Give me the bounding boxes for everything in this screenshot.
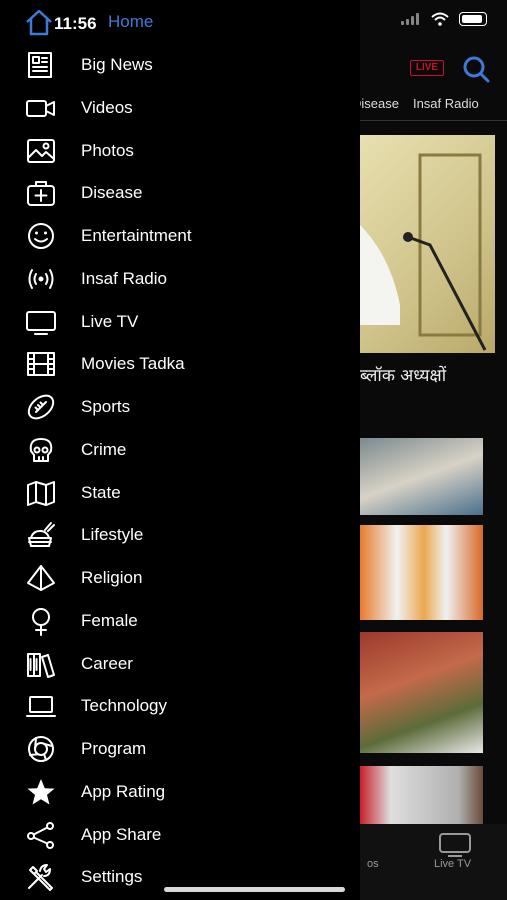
wifi-icon bbox=[431, 12, 449, 26]
drawer-item-settings[interactable]: Settings bbox=[24, 857, 142, 897]
drawer-item-app-rating[interactable]: App Rating bbox=[24, 772, 165, 812]
hero-headline[interactable]: ब्लॉक अध्यक्षों bbox=[360, 363, 446, 386]
news-thumbnail[interactable] bbox=[360, 438, 483, 515]
live-badge[interactable]: LIVE bbox=[410, 60, 444, 76]
film-strip-icon bbox=[24, 349, 58, 379]
food-icon bbox=[24, 520, 58, 550]
drawer-item-app-share[interactable]: App Share bbox=[24, 815, 161, 855]
status-indicators bbox=[401, 12, 487, 26]
news-thumbnail[interactable] bbox=[360, 632, 483, 753]
drawer-item-sports[interactable]: Sports bbox=[24, 387, 130, 427]
books-icon bbox=[24, 649, 58, 679]
drawer-item-career[interactable]: Career bbox=[24, 644, 133, 684]
drawer-item-movies-tadka[interactable]: Movies Tadka bbox=[24, 344, 185, 384]
drawer-item-label: Videos bbox=[81, 97, 133, 117]
hero-image[interactable] bbox=[360, 135, 495, 353]
drawer-item-label: Technology bbox=[81, 696, 168, 716]
tab-insaf-radio[interactable]: Insaf Radio bbox=[413, 96, 479, 111]
tab-divider bbox=[360, 120, 507, 121]
drawer-item-insaf-radio[interactable]: Insaf Radio bbox=[24, 259, 167, 299]
drawer-item-label: Program bbox=[81, 739, 147, 758]
tools-icon bbox=[24, 862, 58, 892]
drawer-item-technology[interactable]: Technology bbox=[24, 686, 167, 726]
bottom-nav-label-partial: os bbox=[367, 858, 379, 870]
drawer-item-photos[interactable]: Photos bbox=[24, 131, 134, 171]
navigation-drawer: Home 11:56 Big News Videos Photos Disease En… bbox=[0, 0, 360, 900]
drawer-item-label: State bbox=[81, 482, 121, 502]
video-camera-icon bbox=[24, 93, 58, 123]
home-icon bbox=[24, 8, 54, 36]
drawer-item-label: App Rating bbox=[81, 781, 166, 801]
map-icon bbox=[24, 478, 58, 508]
drawer-item-label: Movies Tadka bbox=[81, 354, 185, 374]
female-symbol-icon bbox=[24, 606, 58, 636]
drawer-item-entertaintment[interactable]: Entertaintment bbox=[24, 216, 192, 256]
drawer-item-label: Sports bbox=[81, 397, 131, 416]
star-icon bbox=[24, 777, 58, 807]
football-icon bbox=[24, 392, 58, 422]
drawer-item-big-news[interactable]: Big News bbox=[24, 45, 153, 85]
news-thumbnail[interactable] bbox=[360, 766, 483, 824]
tv-icon[interactable] bbox=[438, 832, 472, 858]
pyramid-icon bbox=[24, 563, 58, 593]
medical-kit-icon bbox=[24, 178, 58, 208]
drawer-item-label: Entertaintment bbox=[81, 226, 192, 245]
photo-icon bbox=[24, 136, 58, 166]
drawer-item-label: Religion bbox=[81, 568, 143, 587]
smiley-icon bbox=[24, 221, 58, 251]
drawer-item-videos[interactable]: Videos bbox=[24, 88, 133, 128]
drawer-item-religion[interactable]: Religion bbox=[24, 558, 142, 598]
status-time: 11:56 bbox=[54, 14, 97, 33]
skull-icon bbox=[24, 435, 58, 465]
drawer-item-label: Disease bbox=[81, 183, 143, 203]
tv-icon bbox=[24, 307, 58, 337]
drawer-item-label: Career bbox=[81, 653, 133, 673]
drawer-item-state[interactable]: State bbox=[24, 473, 121, 513]
news-thumbnail[interactable] bbox=[360, 525, 483, 620]
search-icon[interactable] bbox=[462, 55, 490, 83]
aperture-icon bbox=[24, 734, 58, 764]
drawer-item-label: Live TV bbox=[81, 311, 139, 331]
drawer-item-label: Settings bbox=[81, 867, 143, 887]
drawer-item-label: Crime bbox=[81, 439, 127, 459]
newspaper-icon bbox=[24, 50, 58, 80]
laptop-icon bbox=[24, 691, 58, 721]
drawer-item-label: Female bbox=[81, 610, 138, 630]
drawer-item-female[interactable]: Female bbox=[24, 601, 138, 641]
radio-waves-icon bbox=[24, 264, 58, 294]
drawer-item-label: App Share bbox=[81, 824, 162, 844]
drawer-item-crime[interactable]: Crime bbox=[24, 430, 126, 470]
signal-icon bbox=[401, 13, 421, 25]
drawer-item-label: Lifestyle bbox=[81, 525, 144, 545]
drawer-item-lifestyle[interactable]: Lifestyle bbox=[24, 515, 143, 555]
drawer-item-label: Big News bbox=[81, 55, 153, 74]
drawer-item-label: Photos bbox=[81, 140, 134, 160]
drawer-item-label: Insaf Radio bbox=[81, 268, 167, 288]
bottom-nav-label-live-tv[interactable]: Live TV bbox=[434, 858, 471, 870]
category-tabs: Disease Insaf Radio bbox=[352, 96, 493, 111]
share-icon bbox=[24, 820, 58, 850]
home-indicator bbox=[164, 887, 345, 892]
drawer-item-program[interactable]: Program bbox=[24, 729, 146, 769]
drawer-home-label: Home bbox=[108, 12, 154, 31]
drawer-item-disease[interactable]: Disease bbox=[24, 173, 142, 213]
battery-icon bbox=[459, 12, 487, 26]
drawer-item-live-tv[interactable]: Live TV bbox=[24, 302, 138, 342]
